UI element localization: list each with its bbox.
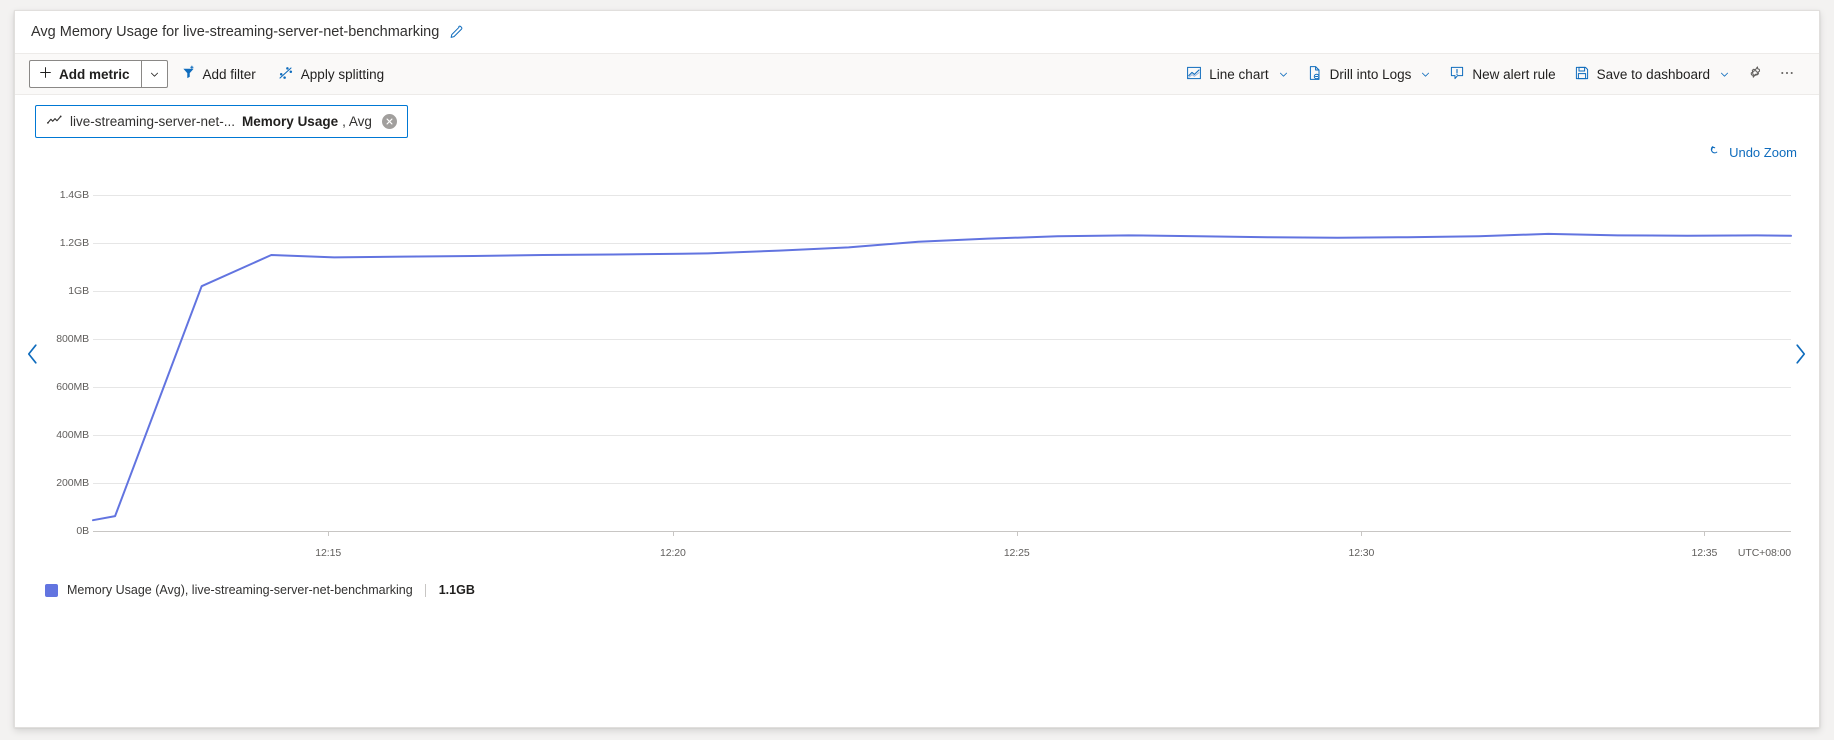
more-options-button[interactable] bbox=[1771, 59, 1803, 89]
filter-icon bbox=[181, 65, 196, 83]
close-circle-icon[interactable] bbox=[381, 113, 397, 129]
add-metric-button[interactable]: Add metric bbox=[30, 61, 141, 87]
apply-splitting-label: Apply splitting bbox=[300, 66, 385, 82]
add-filter-label: Add filter bbox=[202, 66, 256, 82]
new-alert-rule-button[interactable]: New alert rule bbox=[1440, 59, 1564, 89]
pencil-icon[interactable] bbox=[448, 25, 463, 40]
gear-icon bbox=[1747, 65, 1763, 84]
metrics-chart-card: Avg Memory Usage for live-streaming-serv… bbox=[14, 10, 1820, 728]
metric-line-icon bbox=[47, 114, 63, 129]
chevron-down-icon[interactable] bbox=[140, 61, 167, 87]
add-metric-label: Add metric bbox=[59, 66, 130, 82]
page-title: Avg Memory Usage for live-streaming-serv… bbox=[31, 23, 440, 40]
chevron-down-icon[interactable] bbox=[1278, 69, 1289, 80]
save-icon bbox=[1574, 65, 1590, 84]
new-alert-rule-label: New alert rule bbox=[1472, 66, 1556, 82]
metric-chip-row: live-streaming-server-net-... Memory Usa… bbox=[15, 95, 1819, 147]
metrics-chart-screen: Avg Memory Usage for live-streaming-serv… bbox=[0, 0, 1834, 740]
chevron-down-icon[interactable] bbox=[1719, 69, 1730, 80]
legend-color-swatch bbox=[45, 583, 58, 597]
line-chart-icon bbox=[1186, 65, 1202, 84]
metric-chip[interactable]: live-streaming-server-net-... Memory Usa… bbox=[35, 104, 408, 138]
undo-arrow-icon bbox=[1709, 144, 1723, 161]
plus-icon bbox=[39, 66, 52, 82]
drill-into-logs-button[interactable]: Drill into Logs bbox=[1298, 59, 1441, 89]
save-to-dashboard-label: Save to dashboard bbox=[1596, 66, 1710, 82]
undo-zoom-button[interactable]: Undo Zoom bbox=[1709, 144, 1797, 161]
chart-plot-area: 1.4GB 1.2GB 1GB 800MB 600MB 400MB 200MB 0B 12:15… bbox=[15, 161, 1819, 581]
apply-splitting-button[interactable]: Apply splitting bbox=[269, 59, 393, 89]
toolbar-right-group: Line chart Drill into Logs New alert rul… bbox=[1177, 59, 1819, 89]
chart-toolbar: Add metric Add filter Apply splitting Li… bbox=[15, 53, 1819, 95]
settings-button[interactable] bbox=[1739, 59, 1771, 89]
logs-icon bbox=[1307, 65, 1323, 84]
plot-canvas[interactable]: 1.4GB 1.2GB 1GB 800MB 600MB 400MB 200MB 0B 12:15… bbox=[43, 161, 1792, 581]
ellipsis-icon bbox=[1779, 65, 1795, 84]
legend-label: Memory Usage (Avg), live-streaming-serve… bbox=[67, 583, 413, 597]
chart-title-row: Avg Memory Usage for live-streaming-serv… bbox=[15, 11, 1819, 53]
line-chart-button[interactable]: Line chart bbox=[1177, 59, 1297, 89]
chevron-down-icon[interactable] bbox=[1420, 69, 1431, 80]
legend-separator bbox=[424, 583, 426, 597]
chevron-left-icon[interactable] bbox=[19, 336, 45, 372]
drill-into-logs-label: Drill into Logs bbox=[1329, 66, 1412, 82]
add-filter-button[interactable]: Add filter bbox=[172, 59, 265, 89]
splitting-icon bbox=[278, 65, 294, 84]
legend-value: 1.1GB bbox=[438, 583, 475, 597]
add-metric-split-button[interactable]: Add metric bbox=[29, 60, 168, 88]
toolbar-left-group: Add metric Add filter Apply splitting bbox=[15, 59, 393, 89]
undo-zoom-label: Undo Zoom bbox=[1729, 145, 1797, 160]
chart-legend[interactable]: Memory Usage (Avg), live-streaming-serve… bbox=[45, 583, 475, 597]
line-chart-label: Line chart bbox=[1209, 66, 1269, 82]
alert-icon bbox=[1449, 65, 1465, 84]
metric-chip-metric: Memory Usage bbox=[242, 113, 339, 129]
metric-chip-resource: live-streaming-server-net-... bbox=[70, 113, 236, 129]
save-to-dashboard-button[interactable]: Save to dashboard bbox=[1565, 59, 1739, 89]
metric-chip-aggregation: , Avg bbox=[342, 113, 372, 129]
series-line bbox=[92, 232, 1792, 522]
